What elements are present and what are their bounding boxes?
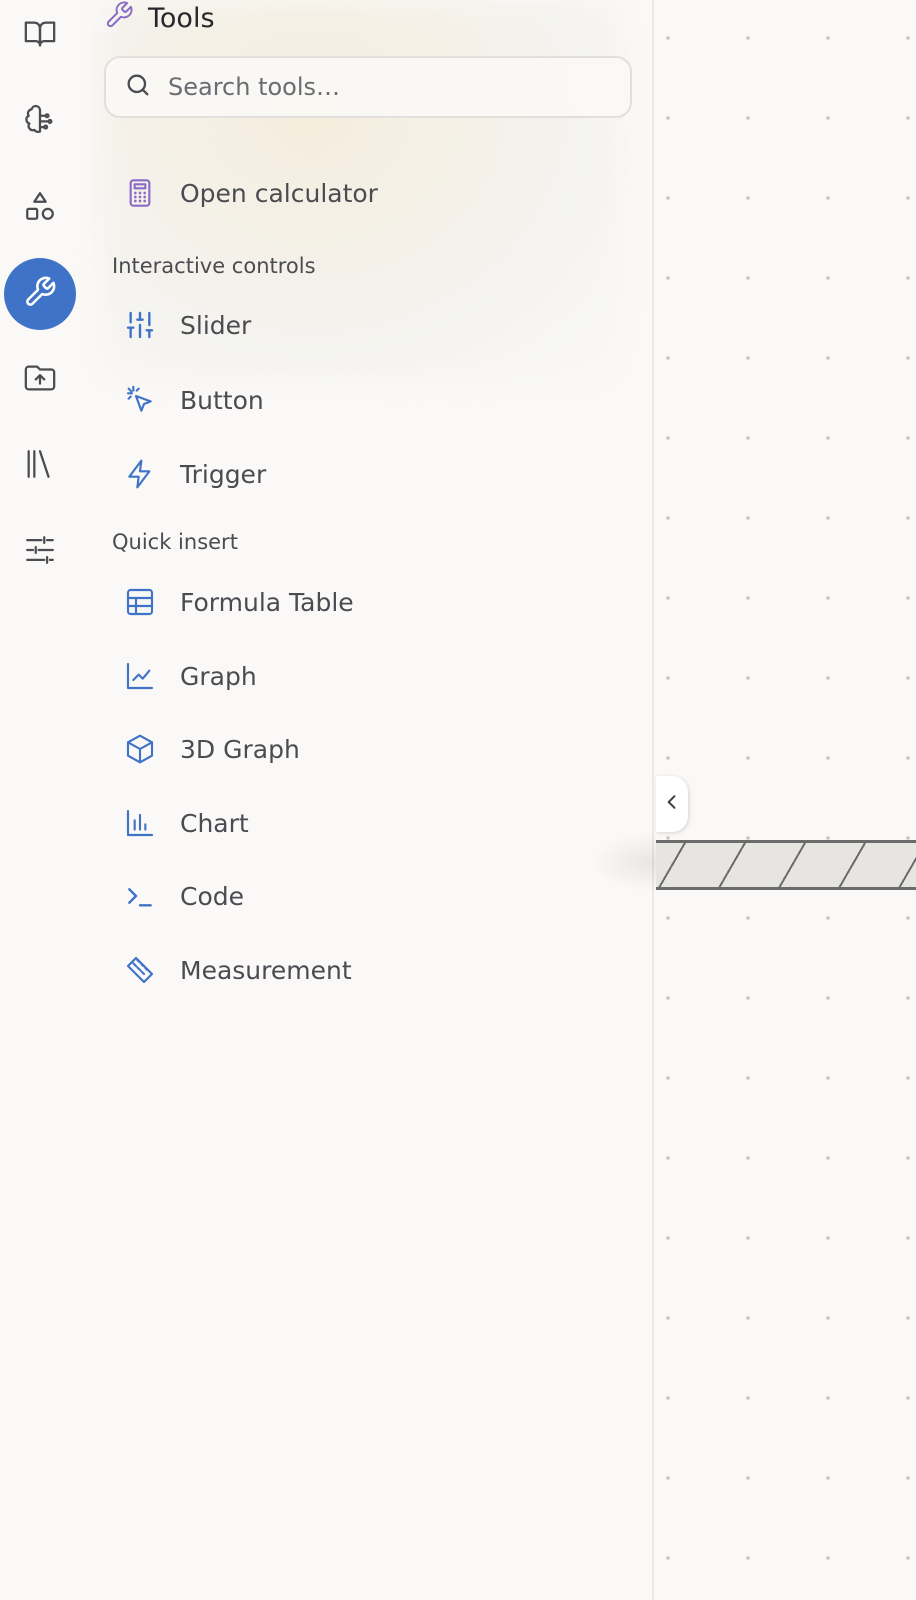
- tools-panel: Tools Open calculator Interactive contro…: [80, 0, 654, 1600]
- rail-shapes-button[interactable]: [4, 172, 76, 244]
- item-label: Open calculator: [180, 178, 378, 208]
- app-window: Tools Open calculator Interactive contro…: [0, 0, 916, 1600]
- sliders-vertical-icon: [124, 309, 156, 341]
- trigger-item[interactable]: Trigger: [116, 447, 616, 501]
- search-input[interactable]: [168, 73, 608, 101]
- item-label: Code: [180, 881, 245, 911]
- item-label: Chart: [180, 808, 249, 838]
- wrench-icon: [23, 275, 57, 313]
- item-label: 3D Graph: [180, 734, 300, 764]
- rail-brain-button[interactable]: [4, 86, 76, 158]
- shapes-icon: [23, 189, 57, 227]
- section-title-interactive: Interactive controls: [112, 254, 316, 278]
- terminal-icon: [124, 880, 156, 912]
- rail-book-button[interactable]: [4, 0, 76, 72]
- collapse-panel-button[interactable]: [656, 776, 688, 832]
- rail-upload-button[interactable]: [4, 344, 76, 416]
- measurement-item[interactable]: Measurement: [116, 943, 616, 997]
- search-icon: [124, 71, 152, 103]
- line-chart-icon: [124, 660, 156, 692]
- chart-item[interactable]: Chart: [116, 796, 616, 850]
- table-icon: [124, 586, 156, 618]
- item-label: Formula Table: [180, 587, 354, 617]
- formula-table-item[interactable]: Formula Table: [116, 575, 616, 629]
- book-open-icon: [23, 17, 57, 55]
- code-item[interactable]: Code: [116, 869, 616, 923]
- chevron-left-icon: [662, 792, 682, 816]
- ruler-icon: [124, 954, 156, 986]
- rail-settings-button[interactable]: [4, 516, 76, 588]
- hatched-region: [656, 840, 916, 890]
- item-label: Measurement: [180, 955, 352, 985]
- item-label: Button: [180, 385, 264, 415]
- folder-upload-icon: [23, 361, 57, 399]
- wrench-icon: [104, 0, 134, 37]
- panel-title: Tools: [148, 2, 215, 34]
- item-label: Trigger: [180, 459, 267, 489]
- rail-library-button[interactable]: [4, 430, 76, 502]
- pointer-click-icon: [124, 384, 156, 416]
- 3d-graph-item[interactable]: 3D Graph: [116, 722, 616, 776]
- left-rail: [0, 0, 80, 1600]
- library-icon: [23, 447, 57, 485]
- panel-header: Tools: [104, 0, 215, 36]
- slider-item[interactable]: Slider: [116, 298, 616, 352]
- section-title-quick-insert: Quick insert: [112, 530, 238, 554]
- item-label: Graph: [180, 661, 257, 691]
- hatch-shadow: [590, 832, 656, 892]
- graph-item[interactable]: Graph: [116, 649, 616, 703]
- calculator-icon: [124, 177, 156, 209]
- cube-icon: [124, 733, 156, 765]
- sliders-icon: [23, 533, 57, 571]
- zap-icon: [124, 458, 156, 490]
- rail-tools-button[interactable]: [4, 258, 76, 330]
- button-item[interactable]: Button: [116, 373, 616, 427]
- bar-chart-icon: [124, 807, 156, 839]
- canvas-area[interactable]: [656, 0, 916, 1600]
- brain-icon: [23, 103, 57, 141]
- search-box[interactable]: [104, 56, 632, 118]
- open-calculator-item[interactable]: Open calculator: [116, 166, 616, 220]
- item-label: Slider: [180, 310, 252, 340]
